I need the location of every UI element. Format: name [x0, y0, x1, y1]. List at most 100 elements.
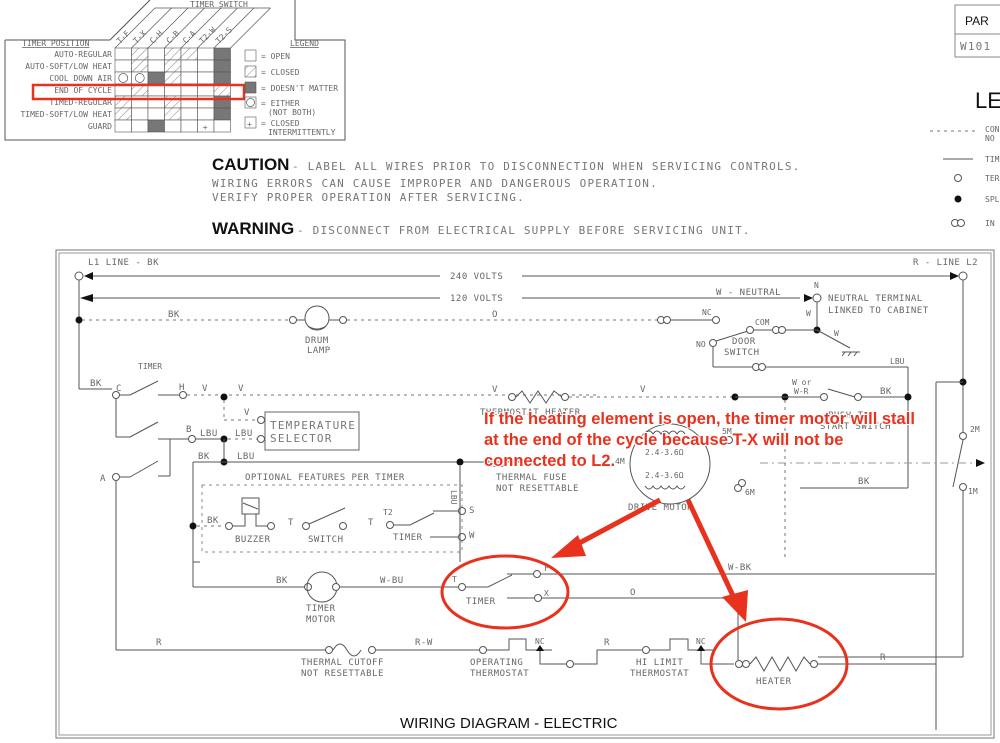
terminal — [302, 522, 310, 530]
legend-item-label: TIM — [985, 155, 1000, 164]
splice-dot — [456, 458, 464, 466]
grid-cell-open — [197, 71, 215, 85]
part-number: W101 — [960, 40, 991, 53]
motor-winding-icon — [644, 485, 686, 490]
timer-chart: TIMER SWITCH TIMER POSITION T-F T-X C-H C-B… — [4, 0, 346, 141]
legend-label: (NOT BOTH) — [268, 108, 316, 117]
terminal-symbol-icon — [954, 174, 962, 182]
terminal — [479, 646, 487, 654]
operating-thermostat-label: THERMOSTAT — [470, 669, 529, 679]
grid-cell-open — [114, 119, 132, 133]
diagram-frame-inner — [58, 252, 992, 736]
terminal — [339, 316, 347, 324]
terminal — [566, 660, 574, 668]
terminal-a — [112, 473, 120, 481]
wire-label: 2M — [970, 425, 980, 434]
grid-cell-open — [180, 107, 198, 121]
grid-cell-open — [114, 59, 132, 73]
caution-line-2: WIRING ERRORS CAN CAUSE IMPROPER AND DAN… — [212, 177, 658, 190]
connector — [663, 316, 671, 324]
neutral-terminal-label: NEUTRAL TERMINAL — [828, 294, 923, 304]
wire — [700, 651, 734, 665]
terminal-b — [188, 435, 196, 443]
grid-cell-open — [197, 59, 215, 73]
wire — [539, 651, 566, 665]
wire-label: V — [492, 385, 498, 395]
connector — [758, 363, 766, 371]
neutral-terminal-label: LINKED TO CABINET — [828, 306, 929, 316]
wire-label: NC — [702, 308, 712, 317]
legend-item-label: CON — [985, 125, 1000, 134]
wire-label: BK — [198, 452, 210, 462]
ground-icon — [841, 351, 860, 357]
diagram-title: WIRING DIAGRAM - ELECTRIC — [400, 715, 618, 732]
legend-label: = EITHER — [261, 99, 300, 108]
wire-label: W-BK — [728, 563, 752, 573]
motor-winding-label: 2.4-3.6Ω — [645, 471, 684, 480]
terminal — [561, 393, 569, 401]
connector — [742, 660, 750, 668]
wire-label: 1M — [968, 487, 978, 496]
arrow-icon — [950, 272, 959, 280]
terminal — [746, 326, 754, 334]
grid-cell-open — [180, 59, 198, 73]
grid-cell-open — [131, 119, 149, 133]
arrow-icon — [84, 272, 93, 280]
hi-limit-label: HI LIMIT — [636, 658, 683, 668]
row-label: AUTO-SOFT/LOW HEAT — [25, 62, 112, 71]
timer-switch-c-a — [129, 460, 159, 478]
legend-item-label: TER — [985, 174, 1000, 183]
wire-label: BK — [880, 387, 892, 397]
wire-label: T — [288, 518, 294, 528]
legend-item-label: IN — [985, 219, 995, 228]
thermal-cutoff-label: NOT RESETTABLE — [301, 669, 384, 679]
grid-cell-open — [147, 59, 165, 73]
row-label: GUARD — [88, 122, 112, 131]
part-header: PAR — [965, 14, 989, 28]
grid-cell-closed — [164, 107, 182, 121]
terminal — [368, 646, 376, 654]
wire-label: S — [469, 506, 475, 516]
wire-label: NC — [696, 637, 706, 646]
terminal — [386, 521, 394, 529]
thermal-fuse-label: THERMAL FUSE — [496, 473, 567, 483]
column-header: T-X — [132, 29, 149, 46]
row-label: AUTO-REGULAR — [54, 50, 112, 59]
either-icon — [246, 98, 255, 107]
wire-label: X — [544, 589, 549, 598]
door-switch-label: DOOR — [732, 337, 756, 347]
grid-cell-open — [180, 119, 198, 133]
wire-label: T2 — [383, 508, 393, 517]
l2-label: R - LINE L2 — [913, 258, 978, 268]
hi-limit-label: THERMOSTAT — [630, 669, 689, 679]
neutral-n-label: N — [814, 281, 819, 290]
legend-item-label: SPL — [985, 195, 1000, 204]
terminal — [289, 316, 297, 324]
grid-cell-open — [197, 107, 215, 121]
grid-cell-open — [131, 107, 149, 121]
wire-label: 6M — [745, 488, 755, 497]
terminal — [257, 416, 265, 424]
arrow-to-heater — [685, 498, 738, 602]
part-box: PAR W101 — [954, 4, 1000, 58]
grid-cell-closed — [131, 59, 149, 73]
timer-label: TIMER — [138, 362, 162, 371]
wire-label: R — [156, 638, 162, 648]
connector — [735, 660, 743, 668]
grid-cell-closed — [164, 59, 182, 73]
terminal — [304, 583, 312, 591]
terminal-x — [534, 594, 542, 602]
wire-label: BK — [207, 516, 219, 526]
neutral-label: W - NEUTRAL — [716, 288, 781, 298]
temp-selector-label: SELECTOR — [270, 432, 333, 445]
legend-swatch-dontmatter — [244, 81, 257, 94]
terminal-f — [533, 570, 541, 578]
warning-text: - DISCONNECT FROM ELECTRICAL SUPPLY BEFO… — [297, 224, 751, 237]
grid-cell-open — [164, 119, 182, 133]
wire-label: W or — [792, 378, 811, 387]
grid-cell-dontmatter — [213, 59, 231, 73]
wire-label: W-BU — [380, 576, 404, 586]
wire-label: W-R — [794, 387, 809, 396]
wire-label: LBU — [449, 490, 458, 505]
wire-label: R — [880, 653, 886, 663]
